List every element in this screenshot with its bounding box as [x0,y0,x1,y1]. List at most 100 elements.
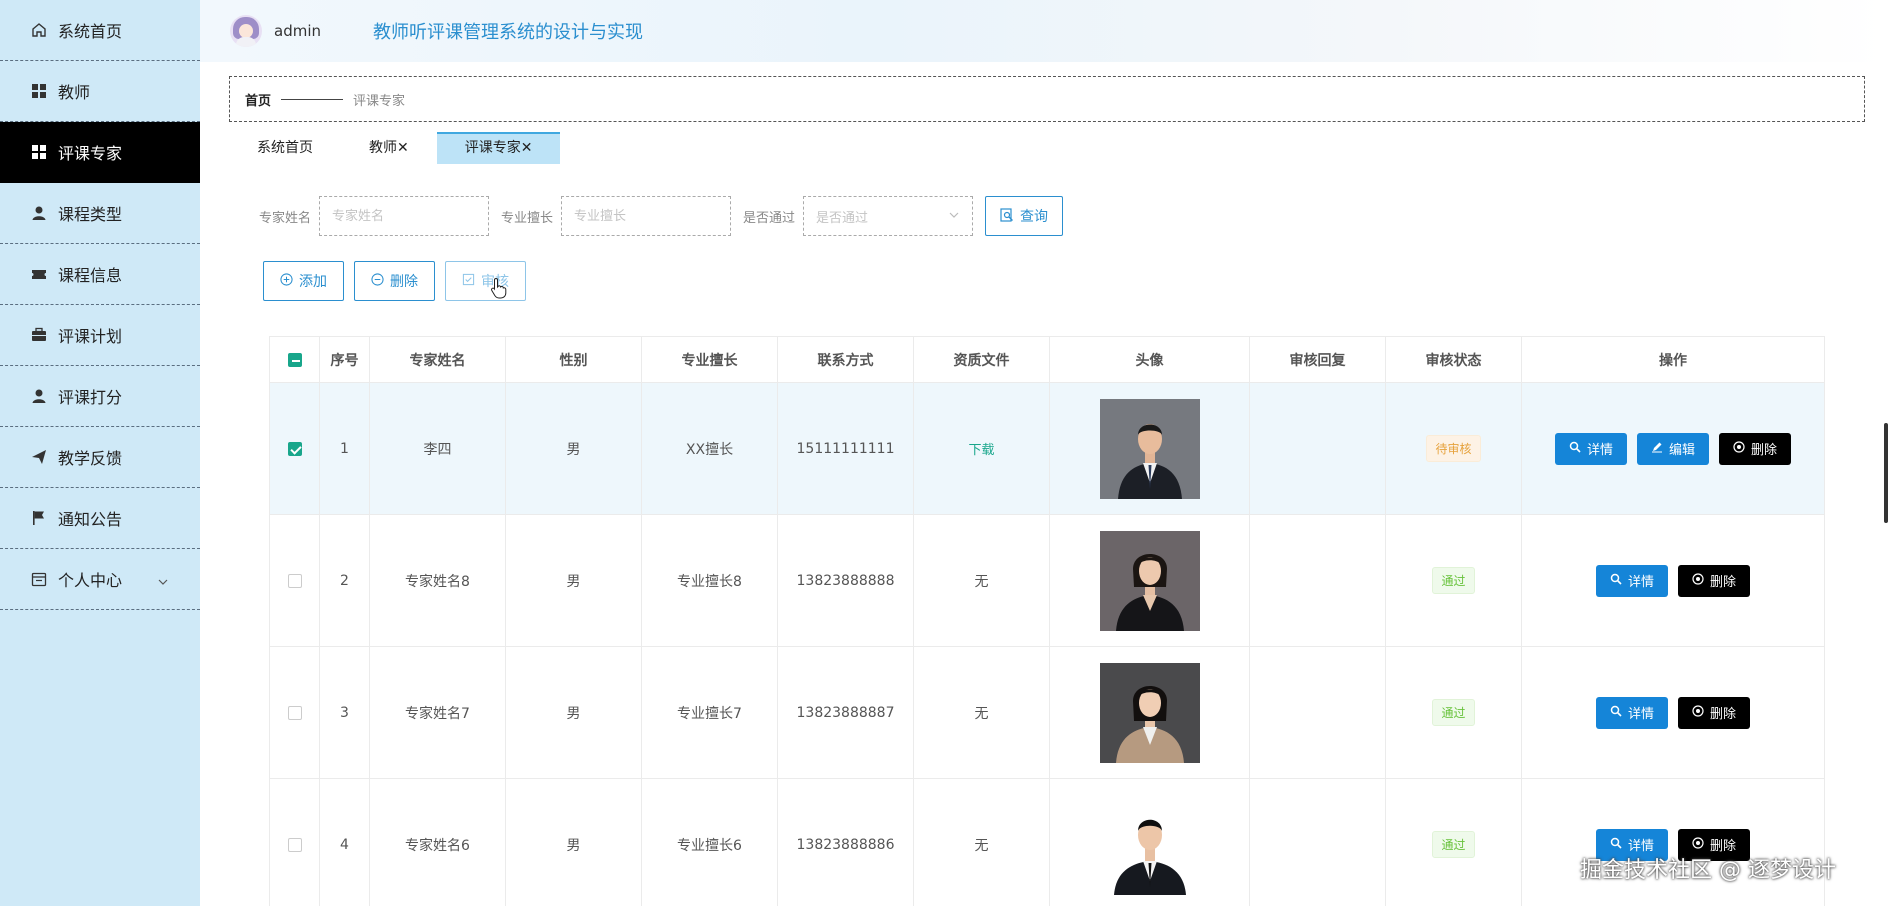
column-header: 审核回复 [1249,336,1386,383]
briefcase-icon [30,326,48,344]
cell-status: 通过 [1385,778,1522,906]
delete-circle-icon [1692,704,1704,721]
passed-label: 是否通过 [743,210,796,226]
row-checkbox[interactable] [287,573,302,588]
search-icon [1610,573,1622,589]
table-row[interactable]: 3 专家姓名7 男 专业擅长7 13823888887 无 通过 详情 删除 [269,646,1825,779]
tab-expert[interactable]: 评课专家✕ [436,132,561,164]
specialty-input[interactable] [561,196,732,236]
user-icon [30,387,48,405]
row-select-cell [269,514,320,647]
hand-cursor-icon [490,277,508,303]
expert-name-input[interactable] [319,196,490,236]
delete-button[interactable]: 删除 [1719,432,1792,465]
query-button-label: 查询 [1020,208,1049,224]
sidebar-item-score[interactable]: 评课打分 [0,366,200,427]
column-header: 专业擅长 [641,336,778,383]
grid-icon [30,82,48,100]
query-button[interactable]: 查询 [985,196,1064,236]
status-badge: 通过 [1432,831,1475,858]
delete-button-label: 删除 [1751,443,1778,458]
sidebar-item-home[interactable]: 系统首页 [0,0,200,61]
delete-circle-icon [1733,440,1745,457]
edit-icon [1651,441,1663,457]
detail-button[interactable]: 详情 [1595,696,1668,729]
cell-status: 通过 [1385,646,1522,779]
breadcrumb: 首页 评课专家 [229,76,1865,122]
review-button[interactable]: 审核 [445,261,526,301]
table-row[interactable]: 4 专家姓名6 男 专业擅长6 13823888886 无 通过 详情 删除 [269,778,1825,906]
select-all-cell [269,336,320,383]
add-button-label: 添加 [299,273,327,289]
cell-actions: 详情 编辑 删除 [1521,382,1825,515]
expert-photo [1099,398,1200,499]
cell-actions: 详情 删除 [1521,514,1825,647]
tab-bar: 系统首页 教师✕ 评课专家✕ [229,132,561,164]
table-row[interactable]: 1 李四 男 XX擅长 15111111111 下载 待审核 详情 编辑 删除 [269,382,1825,515]
grid-icon [30,143,48,161]
select-all-checkbox[interactable] [287,352,302,367]
row-checkbox[interactable] [287,705,302,720]
username[interactable]: admin [274,22,321,40]
download-link[interactable]: 下载 [968,443,994,458]
detail-button[interactable]: 详情 [1554,432,1627,465]
expert-photo [1099,794,1200,895]
sidebar-item-expert[interactable]: 评课专家 [0,122,200,183]
cell-photo [1049,514,1250,647]
cell-phone: 13823888886 [777,778,914,906]
detail-button[interactable]: 详情 [1595,564,1668,597]
sidebar-item-teacher[interactable]: 教师 [0,61,200,122]
flag-icon [30,509,48,527]
avatar[interactable] [230,15,262,47]
search-icon [1569,441,1581,457]
batch-delete-button[interactable]: 删除 [354,261,435,301]
tab-teacher[interactable]: 教师✕ [341,132,437,164]
expert-table: 序号 专家姓名 性别 专业擅长 联系方式 资质文件 头像 审核回复 审核状态 操… [269,336,1825,906]
batch-delete-button-label: 删除 [390,273,418,289]
vertical-scrollbar[interactable] [1884,423,1888,523]
minus-circle-icon [371,273,384,289]
sidebar-item-label: 评课专家 [58,144,123,163]
sidebar-item-label: 评课打分 [58,388,123,407]
row-checkbox[interactable] [287,441,302,456]
passed-select[interactable]: 是否通过 [803,196,974,236]
sidebar-item-label: 系统首页 [58,22,123,41]
search-icon [1000,207,1014,225]
sidebar-item-label: 通知公告 [58,510,123,529]
table-row[interactable]: 2 专家姓名8 男 专业擅长8 13823888888 无 通过 详情 删除 [269,514,1825,647]
delete-button-label: 删除 [1710,707,1737,722]
watermark: 掘金技术社区 @ 逐梦设计 [1580,858,1836,883]
delete-button-label: 删除 [1710,575,1737,590]
breadcrumb-home[interactable]: 首页 [245,90,271,109]
sidebar-item-label: 课程信息 [58,266,123,285]
search-icon [1610,837,1622,853]
sidebar-item-personal[interactable]: 个人中心 [0,549,200,610]
edit-button[interactable]: 编辑 [1636,432,1709,465]
tab-home[interactable]: 系统首页 [229,132,341,164]
status-badge: 通过 [1432,567,1475,594]
cell-photo [1049,382,1250,515]
delete-button[interactable]: 删除 [1678,696,1751,729]
table-header-row: 序号 专家姓名 性别 专业擅长 联系方式 资质文件 头像 审核回复 审核状态 操… [269,336,1825,383]
row-checkbox[interactable] [287,837,302,852]
sidebar-item-course-type[interactable]: 课程类型 [0,183,200,244]
sidebar-item-label: 个人中心 [58,571,123,590]
sidebar: 系统首页 教师 评课专家 课程类型 课程信息 评课计划 评课打分 教学反馈 通知… [0,0,200,906]
cell-specialty: 专业擅长8 [641,514,778,647]
sidebar-item-course-info[interactable]: 课程信息 [0,244,200,305]
cell-phone: 15111111111 [777,382,914,515]
plus-circle-icon [280,273,293,289]
sidebar-item-plan[interactable]: 评课计划 [0,305,200,366]
search-icon [1610,705,1622,721]
cell-actions: 详情 删除 [1521,778,1825,906]
column-header: 头像 [1049,336,1250,383]
add-button[interactable]: 添加 [263,261,344,301]
cell-specialty: 专业擅长6 [641,778,778,906]
detail-button-label: 详情 [1627,575,1654,590]
sidebar-item-feedback[interactable]: 教学反馈 [0,427,200,488]
sidebar-item-notice[interactable]: 通知公告 [0,488,200,549]
sidebar-item-label: 评课计划 [58,327,123,346]
delete-button[interactable]: 删除 [1678,564,1751,597]
detail-button-label: 详情 [1627,707,1654,722]
column-header: 专家姓名 [369,336,506,383]
